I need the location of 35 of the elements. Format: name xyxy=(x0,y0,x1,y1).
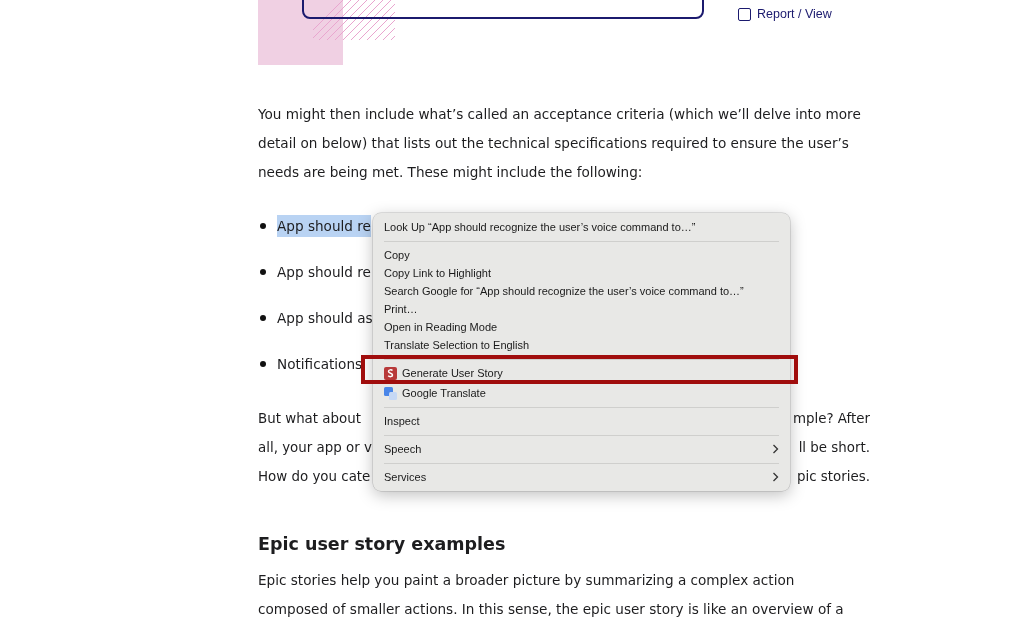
bullet-icon xyxy=(260,315,266,321)
bullet-icon xyxy=(260,269,266,275)
menu-item[interactable]: Inspect xyxy=(373,412,790,430)
menu-item[interactable]: Look Up “App should recognize the user’s voice command to…” xyxy=(373,218,790,236)
chevron-right-icon xyxy=(772,444,779,454)
menu-item[interactable]: Copy xyxy=(373,246,790,264)
checkbox[interactable] xyxy=(738,7,751,21)
body-text: ll be short. xyxy=(798,439,870,457)
list-item-text: App should re xyxy=(277,263,371,282)
menu-item[interactable]: Open in Reading Mode xyxy=(373,318,790,336)
s-logo-icon xyxy=(384,366,397,380)
body-paragraph: Epic stories help you paint a broader picture by summarizing a complex action composed of smaller actions. In this sense, the epic user story is like an overview of a xyxy=(258,571,845,619)
list-item-text: App should as xyxy=(277,309,373,328)
menu-item[interactable]: Services xyxy=(373,468,790,486)
menu-item[interactable]: Generate User Story xyxy=(373,364,790,382)
body-text: How do you cate xyxy=(258,468,371,486)
bullet-icon xyxy=(260,361,266,367)
section-heading: Epic user story examples xyxy=(258,533,507,556)
body-text: all, your app or v xyxy=(258,439,372,457)
checkbox-label: Report / View xyxy=(757,7,832,21)
menu-item[interactable]: Speech xyxy=(373,440,790,458)
body-text: But what about xyxy=(258,410,361,428)
body-text: pic stories. xyxy=(797,468,870,486)
translate-icon xyxy=(384,386,397,400)
menu-item[interactable]: Print… xyxy=(373,300,790,318)
menu-item[interactable]: Search Google for “App should recognize the user’s voice command to…” xyxy=(373,282,790,300)
menu-item[interactable]: Copy Link to Highlight xyxy=(373,264,790,282)
list-item-text: Notifications xyxy=(277,355,363,374)
bullet-icon xyxy=(260,223,266,229)
body-text: mple? After xyxy=(792,410,870,428)
chevron-right-icon xyxy=(772,472,779,482)
menu-item[interactable]: Google Translate xyxy=(373,384,790,402)
body-paragraph: You might then include what’s called an acceptance criteria (which we’ll delve into more detail on below) that lists out the technical specifications required to ensure the user’s needs are being met. These might include the following: xyxy=(258,105,862,182)
list-item-text: App should re xyxy=(277,215,371,237)
menu-item[interactable]: Translate Selection to English xyxy=(373,336,790,354)
